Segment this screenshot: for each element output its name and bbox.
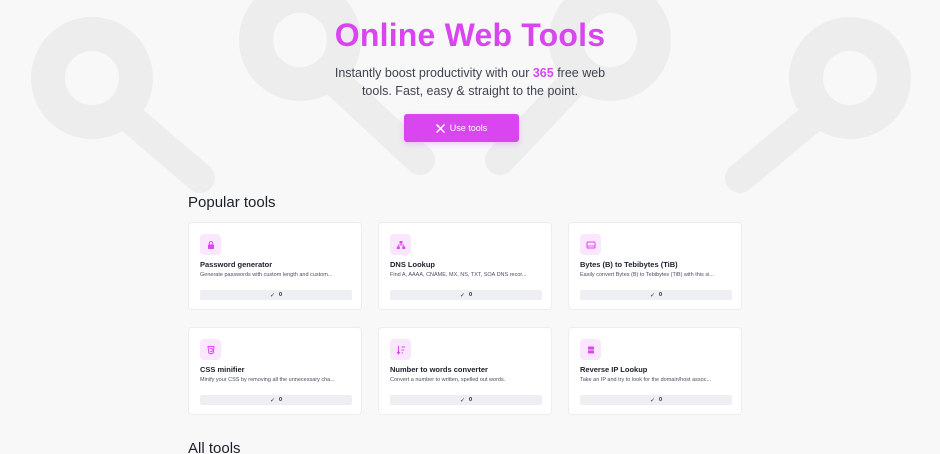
lock-icon: [200, 234, 221, 255]
tool-name: Password generator: [200, 260, 273, 269]
usage-count-value: 0: [658, 292, 663, 298]
check-icon: ✓: [459, 292, 465, 299]
tool-card-reverse-ip-lookup[interactable]: Reverse IP Lookup Take an IP and try to …: [568, 327, 742, 415]
tool-card-dns-lookup[interactable]: DNS Lookup Find A, AAAA, CNAME, MX, NS, …: [378, 222, 552, 310]
tool-name: CSS minifier: [200, 365, 245, 374]
tools-icon: [435, 123, 445, 133]
check-icon: ✓: [269, 292, 275, 299]
usage-count: ✓ 0: [580, 395, 732, 405]
usage-count: ✓ 0: [200, 290, 352, 300]
tool-description: Generate passwords with custom length an…: [200, 272, 333, 278]
sort-numeric-icon: [390, 339, 411, 360]
popular-tools-heading: Popular tools: [188, 194, 276, 211]
tool-description: Easily convert Bytes (B) to Tebibytes (T…: [580, 272, 714, 278]
use-tools-label: Use tools: [449, 123, 488, 133]
tool-card-css-minifier[interactable]: CSS minifier Minify your CSS by removing…: [188, 327, 362, 415]
tool-description: Take an IP and try to look for the domai…: [580, 377, 712, 383]
use-tools-button[interactable]: Use tools: [404, 114, 519, 142]
hero: Online Web Tools Instantly boost product…: [0, 14, 940, 100]
network-icon: [390, 234, 411, 255]
usage-count-value: 0: [468, 397, 473, 403]
tool-count: 365: [532, 66, 554, 80]
usage-count-value: 0: [278, 397, 283, 403]
usage-count-value: 0: [278, 292, 283, 298]
all-tools-heading: All tools: [188, 440, 241, 454]
check-icon: ✓: [269, 397, 275, 404]
tool-name: Bytes (B) to Tebibytes (TiB): [580, 260, 678, 269]
tool-card-number-to-words[interactable]: Number to words converter Convert a numb…: [378, 327, 552, 415]
hard-drive-icon: [580, 234, 601, 255]
check-icon: ✓: [459, 397, 465, 404]
tool-description: Convert a number to written, spelled out…: [390, 377, 506, 383]
check-icon: ✓: [649, 397, 655, 404]
usage-count: ✓ 0: [200, 395, 352, 405]
tool-card-password-generator[interactable]: Password generator Generate passwords wi…: [188, 222, 362, 310]
tool-name: Number to words converter: [390, 365, 488, 374]
tool-description: Find A, AAAA, CNAME, MX, NS, TXT, SOA DN…: [390, 272, 527, 278]
server-icon: [580, 339, 601, 360]
check-icon: ✓: [649, 292, 655, 299]
usage-count: ✓ 0: [390, 290, 542, 300]
css-icon: [200, 339, 221, 360]
tool-card-bytes-to-tebibytes[interactable]: Bytes (B) to Tebibytes (TiB) Easily conv…: [568, 222, 742, 310]
hero-subtitle: Instantly boost productivity with our 36…: [320, 64, 620, 100]
tool-description: Minify your CSS by removing all the unne…: [200, 377, 335, 383]
page-title: Online Web Tools: [334, 17, 606, 53]
subtitle-text: Instantly boost productivity with our: [334, 66, 533, 80]
usage-count-value: 0: [658, 397, 663, 403]
usage-count: ✓ 0: [390, 395, 542, 405]
tool-name: DNS Lookup: [390, 260, 435, 269]
tool-name: Reverse IP Lookup: [580, 365, 648, 374]
usage-count-value: 0: [468, 292, 473, 298]
usage-count: ✓ 0: [580, 290, 732, 300]
